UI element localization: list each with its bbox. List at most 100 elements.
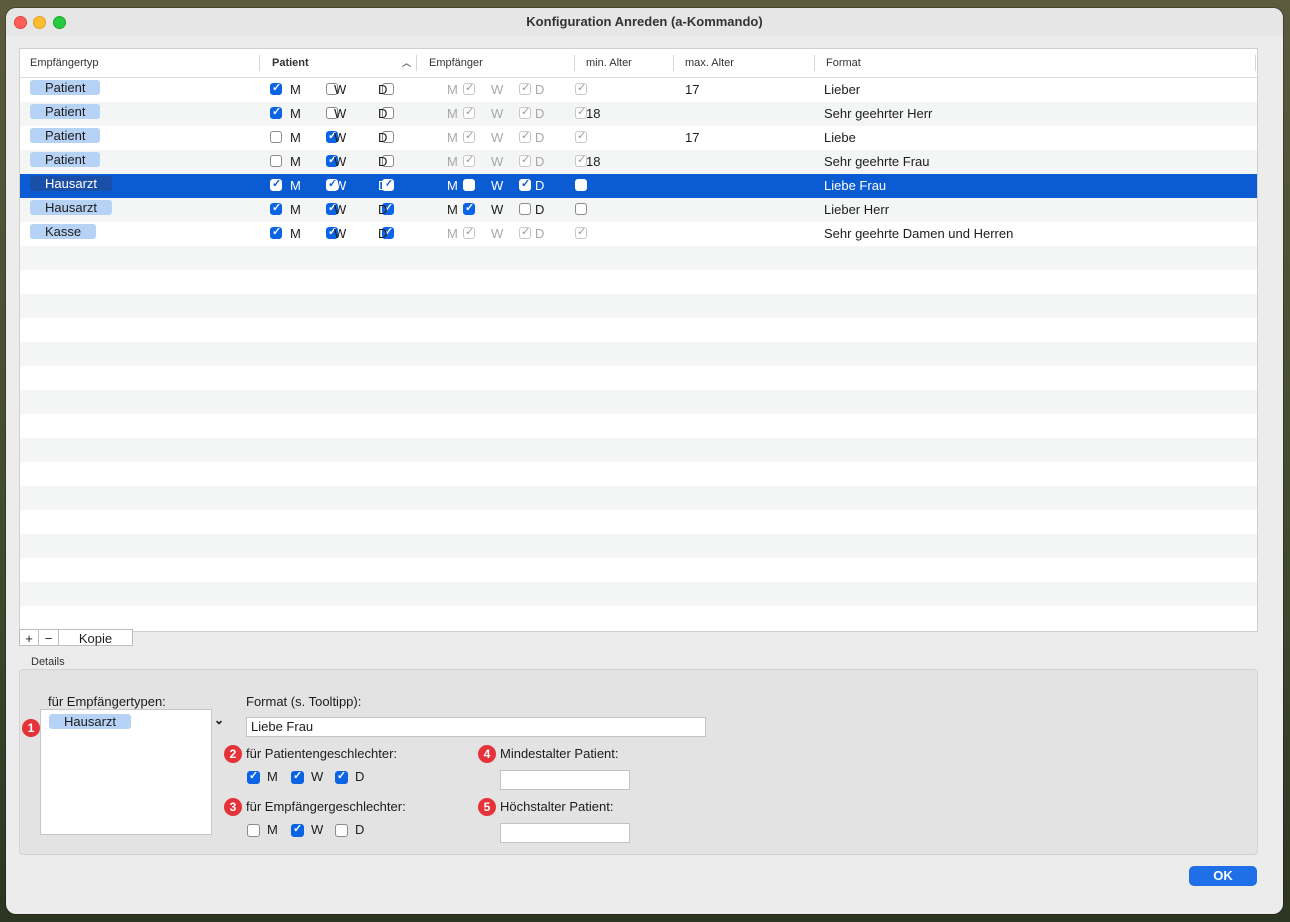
format-cell: Liebe Frau (824, 178, 887, 193)
detail-patient-gender-checkbox-label: M (267, 769, 278, 784)
recipient-checkbox-label: D (535, 106, 545, 121)
patient-checkbox-m[interactable] (270, 177, 282, 191)
recipient-checkbox-d (575, 225, 587, 239)
table-row[interactable] (20, 366, 1257, 390)
table-row[interactable] (20, 414, 1257, 438)
min-age-input[interactable] (500, 770, 630, 790)
col-format[interactable]: Format (816, 49, 1256, 77)
max-age-input[interactable] (500, 823, 630, 843)
format-cell: Sehr geehrte Frau (824, 154, 930, 169)
col-empfaengertyp[interactable]: Empfängertyp (20, 49, 260, 77)
detail-recipient-gender-checkbox-d[interactable] (335, 824, 348, 837)
patient-checkbox-m[interactable] (270, 201, 282, 215)
recipient-checkbox-label: W (491, 154, 504, 169)
recipient-type-token[interactable]: Hausarzt (49, 714, 132, 729)
patient-checkbox-m[interactable] (270, 81, 282, 95)
patient-checkbox-label: W (334, 202, 347, 217)
detail-patient-gender-checkbox-d[interactable] (335, 769, 348, 784)
recipient-checkbox-label: M (447, 154, 458, 169)
detail-recipient-gender-checkbox-m[interactable] (247, 824, 260, 837)
chevron-double-down-icon[interactable]: ⌄ ⌄ (214, 713, 224, 741)
patient-checkbox-label: W (334, 130, 347, 145)
format-input[interactable]: Liebe Frau (246, 717, 706, 737)
table-row[interactable]: Patient M W D M W D 18 Sehr geehrte Frau (20, 150, 1257, 174)
recipient-types-list[interactable]: Hausarzt (40, 709, 212, 835)
detail-patient-gender-checkbox-w[interactable] (291, 769, 304, 784)
remove-row-button[interactable]: − (38, 629, 59, 646)
patient-checkbox-label: D (378, 154, 388, 169)
recipient-checkbox-label: M (447, 202, 458, 217)
col-empfaenger[interactable]: Empfänger (419, 49, 575, 77)
add-row-button[interactable]: + (19, 629, 39, 646)
format-cell: Lieber (824, 82, 861, 97)
min-age-cell: 18 (586, 106, 601, 121)
ok-button[interactable]: OK (1189, 866, 1257, 886)
recipient-checkbox-label: D (535, 226, 545, 241)
table-row[interactable] (20, 486, 1257, 510)
table-row[interactable] (20, 246, 1257, 270)
col-max-alter[interactable]: max. Alter (675, 49, 815, 77)
recipient-checkbox-w (519, 105, 531, 119)
table-row[interactable]: Patient M W D M W D 18 Sehr geehrter Herr (20, 102, 1257, 126)
detail-recipient-gender-checkbox-w[interactable] (291, 822, 304, 837)
recipient-type-token: Hausarzt (30, 176, 113, 191)
min-age-label: Mindestalter Patient: (500, 746, 619, 761)
table-row[interactable] (20, 558, 1257, 582)
patient-checkbox-m[interactable] (270, 105, 282, 119)
detail-patient-gender-checkbox-m[interactable] (247, 769, 260, 784)
minimize-button[interactable] (33, 16, 46, 29)
table-row[interactable] (20, 294, 1257, 318)
format-cell: Sehr geehrte Damen und Herren (824, 226, 1014, 241)
recipient-checkbox-m[interactable] (463, 179, 475, 191)
recipient-checkbox-m (463, 81, 475, 95)
detail-patient-gender-checkbox-label: D (355, 769, 365, 784)
table-row[interactable] (20, 606, 1257, 630)
table-row[interactable] (20, 462, 1257, 486)
close-button[interactable] (14, 16, 27, 29)
col-min-alter[interactable]: min. Alter (576, 49, 674, 77)
recipient-type-token: Kasse (30, 224, 97, 239)
table-row[interactable] (20, 582, 1257, 606)
table-row[interactable] (20, 342, 1257, 366)
patient-checkbox-m[interactable] (270, 131, 282, 143)
table-row[interactable] (20, 318, 1257, 342)
patient-checkbox-label: D (378, 130, 388, 145)
recipient-checkbox-label: W (491, 178, 504, 193)
recipient-checkbox-label: D (535, 82, 545, 97)
recipient-type-token: Patient (30, 104, 101, 119)
table-row[interactable] (20, 534, 1257, 558)
table-row[interactable]: Patient M W D M W D 17 Liebe (20, 126, 1257, 150)
table-row[interactable]: Patient M W D M W D 17 Lieber (20, 78, 1257, 102)
table-row[interactable]: Hausarzt M W D M W D Liebe Frau (20, 174, 1257, 198)
patient-checkbox-label: W (334, 82, 347, 97)
recipient-checkbox-w[interactable] (519, 177, 531, 191)
recipient-checkbox-label: W (491, 82, 504, 97)
recipient-checkbox-m[interactable] (463, 201, 475, 215)
recipient-checkbox-d[interactable] (575, 179, 587, 191)
recipient-checkbox-d (575, 129, 587, 143)
table-row[interactable]: Kasse M W D M W D Sehr geehrte Damen und Herren (20, 222, 1257, 246)
table-row[interactable] (20, 270, 1257, 294)
recipient-checkbox-d[interactable] (575, 203, 587, 215)
recipient-checkbox-label: M (447, 130, 458, 145)
table-row[interactable] (20, 510, 1257, 534)
recipient-checkbox-label: M (447, 178, 458, 193)
patient-checkbox-label: D (378, 106, 388, 121)
copy-row-button[interactable]: Kopie (58, 629, 133, 646)
table-row[interactable]: Hausarzt M W D M W D Lieber Herr (20, 198, 1257, 222)
recipient-type-token: Patient (30, 152, 101, 167)
patient-checkbox-m[interactable] (270, 155, 282, 167)
table-row[interactable] (20, 438, 1257, 462)
details-title: Details (31, 656, 65, 668)
patient-checkbox-m[interactable] (270, 225, 282, 239)
patient-checkbox-label: W (334, 226, 347, 241)
recipient-type-token: Patient (30, 80, 101, 95)
col-patient[interactable]: Patient ︿ (262, 49, 417, 77)
recipient-checkbox-w (519, 81, 531, 95)
salutation-table[interactable]: Empfängertyp Patient ︿ Empfänger min. Alt… (19, 48, 1258, 632)
recipient-checkbox-w[interactable] (519, 203, 531, 215)
format-label: Format (s. Tooltipp): (246, 694, 362, 709)
recipient-checkbox-label: M (447, 226, 458, 241)
table-row[interactable] (20, 390, 1257, 414)
zoom-button[interactable] (53, 16, 66, 29)
